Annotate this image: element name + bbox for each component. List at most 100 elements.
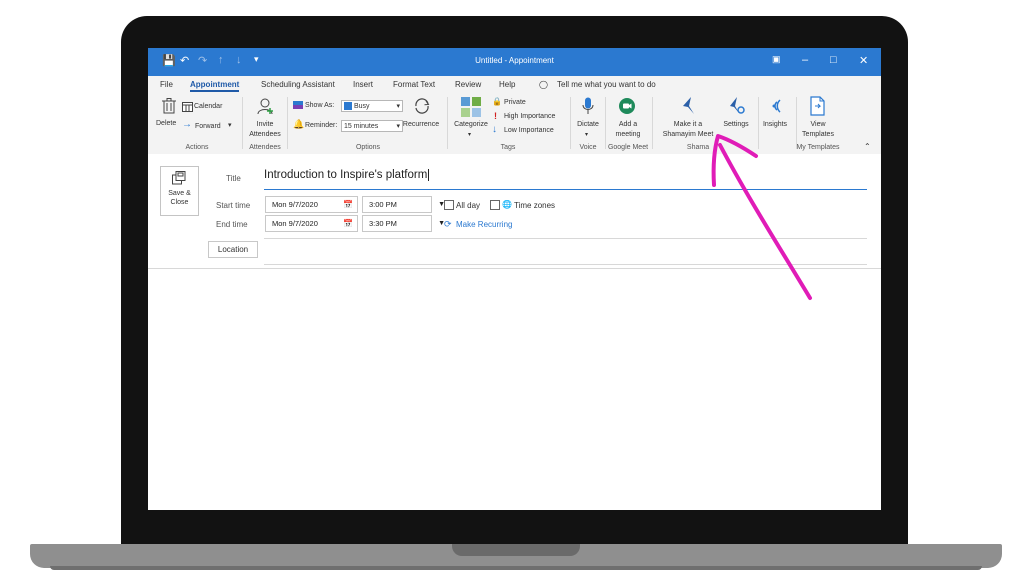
globe-icon: 🌐 — [502, 200, 512, 209]
reminder-value: 15 minutes — [344, 123, 379, 130]
high-importance-button[interactable]: High Importance — [504, 112, 555, 122]
invite-attendees-icon — [257, 98, 273, 115]
view-templates-icon — [810, 96, 825, 116]
microphone-icon — [582, 97, 594, 114]
minimize-icon[interactable]: – — [802, 54, 808, 66]
group-google-meet-label: Google Meet — [607, 144, 649, 151]
show-as-dropdown-icon: ▾ — [396, 103, 400, 110]
make-shamayim-meet-button[interactable]: Make it a Shamayim Meet — [652, 120, 724, 140]
ribbon-separator — [605, 97, 606, 149]
low-importance-button[interactable]: Low Importance — [504, 126, 554, 136]
tab-appointment[interactable]: Appointment — [190, 80, 240, 92]
make-shamayim-label-1: Make it a — [673, 121, 703, 128]
recurrence-button[interactable]: Recurrence — [399, 120, 443, 130]
show-as-label: Show As: — [305, 102, 335, 109]
google-meet-icon — [619, 98, 635, 114]
show-as-value: Busy — [353, 103, 370, 110]
group-my-templates-label: My Templates — [796, 144, 840, 151]
title-underline — [264, 189, 867, 190]
dictate-button[interactable]: Dictate — [572, 120, 604, 130]
view-templates-button[interactable]: View Templates — [796, 120, 840, 140]
make-recurring-link[interactable]: Make Recurring — [456, 220, 512, 229]
end-time-select[interactable]: 3:30 PM ▼ — [362, 215, 445, 232]
ribbon-display-options-icon[interactable]: ▣ — [772, 54, 781, 65]
tab-help[interactable]: Help — [499, 80, 515, 89]
tab-insert[interactable]: Insert — [353, 80, 373, 89]
maximize-icon[interactable]: □ — [830, 54, 837, 66]
ribbon-separator — [287, 97, 288, 149]
group-attendees-label: Attendees — [249, 144, 281, 151]
categorize-button[interactable]: Categorize — [450, 120, 492, 130]
title-bar: 💾 ↶ ↷ ↑ ↓ ▾ Untitled - Appointment ▣ – □… — [148, 48, 881, 76]
outlook-appointment-window: 💾 ↶ ↷ ↑ ↓ ▾ Untitled - Appointment ▣ – □… — [148, 48, 881, 510]
view-templates-label-2: Templates — [802, 131, 834, 138]
laptop-notch — [452, 544, 580, 556]
end-date-input[interactable]: Mon 9/7/2020 📅 — [265, 215, 358, 232]
tab-file[interactable]: File — [160, 80, 173, 89]
save-close-icon — [172, 171, 186, 185]
end-date-calendar-icon[interactable]: 📅 — [343, 216, 353, 231]
time-zones-checkbox[interactable] — [490, 200, 500, 210]
private-button[interactable]: Private — [504, 98, 526, 108]
end-date-value: Mon 9/7/2020 — [272, 219, 318, 228]
invite-attendees-label-2: Attendees — [249, 131, 281, 138]
forward-dropdown-icon[interactable]: ▾ — [228, 121, 232, 131]
group-actions-label: Actions — [185, 144, 209, 151]
categorize-icon — [461, 97, 481, 117]
start-time-label: Start time — [216, 201, 251, 210]
start-date-calendar-icon[interactable]: 📅 — [343, 197, 353, 212]
ribbon-separator — [242, 97, 243, 149]
show-as-select[interactable]: Busy ▾ — [341, 100, 403, 112]
low-importance-icon: ↓ — [492, 124, 497, 135]
invite-attendees-button[interactable]: Invite Attendees — [246, 120, 284, 140]
location-button[interactable]: Location — [208, 241, 258, 258]
tell-me-search[interactable]: Tell me what you want to do — [557, 80, 656, 89]
laptop-base-shadow — [50, 566, 982, 570]
dictate-dropdown-icon[interactable]: ▾ — [585, 130, 588, 140]
time-zones-label: Time zones — [514, 201, 556, 210]
settings-button[interactable]: Settings — [718, 120, 754, 130]
view-templates-label-1: View — [810, 121, 826, 128]
start-time-select[interactable]: 3:00 PM ▼ — [362, 196, 445, 213]
collapse-ribbon-icon[interactable]: ⌃ — [864, 142, 871, 152]
add-google-meet-button[interactable]: Add a meeting — [607, 120, 649, 140]
add-meeting-label-2: meeting — [615, 131, 641, 138]
tab-review[interactable]: Review — [455, 80, 481, 89]
ribbon: Delete Calendar → Forward ▾ Actions Invi… — [148, 94, 881, 155]
tab-format-text[interactable]: Format Text — [393, 80, 435, 89]
reminder-select[interactable]: 15 minutes ▾ — [341, 120, 403, 132]
high-importance-icon: ! — [494, 111, 497, 121]
end-time-value: 3:30 PM — [369, 219, 397, 228]
forward-button[interactable]: Forward — [195, 122, 221, 132]
ribbon-tabs: File Appointment Scheduling Assistant In… — [148, 76, 881, 94]
show-as-icon — [293, 101, 303, 109]
start-date-value: Mon 9/7/2020 — [272, 200, 318, 209]
close-icon[interactable]: ✕ — [859, 54, 868, 67]
all-day-checkbox[interactable] — [444, 200, 454, 210]
bell-icon: 🔔 — [293, 119, 305, 129]
end-time-label: End time — [216, 220, 248, 229]
calendar-button[interactable]: Calendar — [194, 102, 222, 112]
save-close-label-2: Close — [170, 199, 189, 206]
recurrence-icon — [415, 98, 430, 114]
delete-button[interactable]: Delete — [156, 119, 176, 129]
title-value: Introduction to Inspire's platform — [264, 169, 428, 182]
shamayim-logo-icon — [683, 97, 694, 114]
group-options-label: Options — [355, 144, 381, 151]
save-close-button[interactable]: Save & Close — [160, 166, 199, 216]
forward-arrow-icon: → — [182, 119, 192, 130]
shamayim-settings-icon — [730, 97, 745, 114]
appointment-body-editor[interactable] — [148, 269, 881, 510]
text-cursor — [428, 169, 430, 181]
add-meeting-label-1: Add a — [618, 121, 638, 128]
insights-button[interactable]: Insights — [756, 120, 794, 130]
title-input[interactable]: Introduction to Inspire's platform — [264, 169, 430, 182]
group-shamayim-label: Shama — [686, 144, 710, 151]
start-date-input[interactable]: Mon 9/7/2020 📅 — [265, 196, 358, 213]
reminder-label: Reminder: — [305, 122, 338, 129]
start-time-value: 3:00 PM — [369, 200, 397, 209]
ribbon-separator — [570, 97, 571, 149]
tab-scheduling-assistant[interactable]: Scheduling Assistant — [261, 80, 335, 89]
insights-icon — [772, 99, 781, 113]
categorize-dropdown-icon[interactable]: ▾ — [468, 130, 471, 140]
